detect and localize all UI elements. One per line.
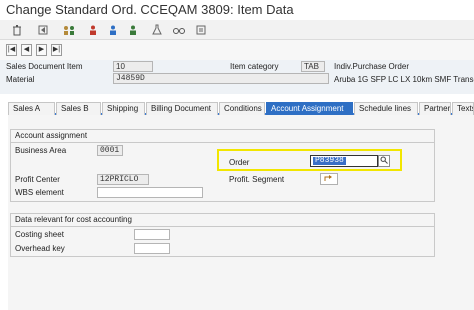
glasses-icon[interactable]: [172, 23, 186, 37]
costing-sheet-field[interactable]: [134, 229, 170, 240]
tab-schedule-lines[interactable]: Schedule lines: [354, 102, 418, 115]
order-field[interactable]: P83938: [310, 155, 378, 167]
overhead-key-field[interactable]: [134, 243, 170, 254]
multi-person-icon[interactable]: [62, 23, 76, 37]
tab-account-assignment[interactable]: Account Assignment: [266, 102, 353, 115]
tab-conditions[interactable]: Conditions: [219, 102, 265, 115]
costing-sheet-label: Costing sheet: [15, 230, 64, 239]
item-category-field[interactable]: TAB: [301, 61, 325, 72]
cost-accounting-title: Data relevant for cost accounting: [15, 215, 132, 224]
sales-doc-item-label: Sales Document Item: [6, 62, 83, 71]
group-divider: [11, 226, 434, 227]
order-label: Order: [229, 158, 250, 167]
first-item-button[interactable]: |◀: [6, 44, 17, 56]
tab-texts[interactable]: Texts: [452, 102, 474, 115]
sales-doc-item-field[interactable]: 10: [113, 61, 153, 72]
tab-billing-document[interactable]: Billing Document: [146, 102, 218, 115]
person-icon[interactable]: [126, 23, 140, 37]
application-toolbar: [0, 20, 474, 40]
profit-segment-label: Profit. Segment: [229, 175, 285, 184]
person-icon[interactable]: [86, 23, 100, 37]
navigation-toolbar: |◀ ◀ ▶ ▶|: [0, 40, 474, 60]
overhead-key-label: Overhead key: [15, 244, 65, 253]
item-tabstrip: Sales A Sales B Shipping Billing Documen…: [8, 102, 474, 115]
group-divider: [11, 142, 434, 143]
material-field[interactable]: J4859D: [113, 73, 329, 84]
profit-segment-button[interactable]: [320, 173, 338, 185]
next-item-button[interactable]: ▶: [36, 44, 47, 56]
flask-icon[interactable]: [150, 23, 164, 37]
account-assignment-title: Account assignment: [15, 131, 88, 140]
profit-center-field[interactable]: 12PRICLO: [97, 174, 149, 185]
material-label: Material: [6, 75, 35, 84]
tab-partner[interactable]: Partner: [419, 102, 451, 115]
cost-accounting-group: Data relevant for cost accounting: [10, 213, 435, 257]
profit-center-label: Profit Center: [15, 175, 60, 184]
wbs-element-label: WBS element: [15, 188, 64, 197]
tab-sales-b[interactable]: Sales B: [56, 102, 101, 115]
settings-icon[interactable]: [194, 23, 208, 37]
title-bar: Change Standard Ord. CCEQAM 3809: Item D…: [0, 0, 474, 20]
item-category-label: Item category: [230, 62, 279, 71]
trash-icon[interactable]: [10, 23, 24, 37]
business-area-field[interactable]: 0001: [97, 145, 123, 156]
item-header: Sales Document Item 10 Item category TAB…: [0, 60, 474, 94]
tab-shipping[interactable]: Shipping: [102, 102, 145, 115]
business-area-label: Business Area: [15, 146, 67, 155]
previous-item-button[interactable]: ◀: [21, 44, 32, 56]
tab-sales-a[interactable]: Sales A: [8, 102, 55, 115]
person-icon[interactable]: [106, 23, 120, 37]
wbs-element-field[interactable]: [97, 187, 203, 198]
window-title: Change Standard Ord. CCEQAM 3809: Item D…: [6, 2, 294, 17]
last-item-button[interactable]: ▶|: [51, 44, 62, 56]
search-icon[interactable]: [378, 155, 390, 167]
order-value: P83938: [313, 156, 346, 165]
material-description: Aruba 1G SFP LC LX 10km SMF Transce: [334, 75, 474, 84]
item-category-description: Indiv.Purchase Order: [334, 62, 409, 71]
back-item-icon[interactable]: [36, 23, 50, 37]
